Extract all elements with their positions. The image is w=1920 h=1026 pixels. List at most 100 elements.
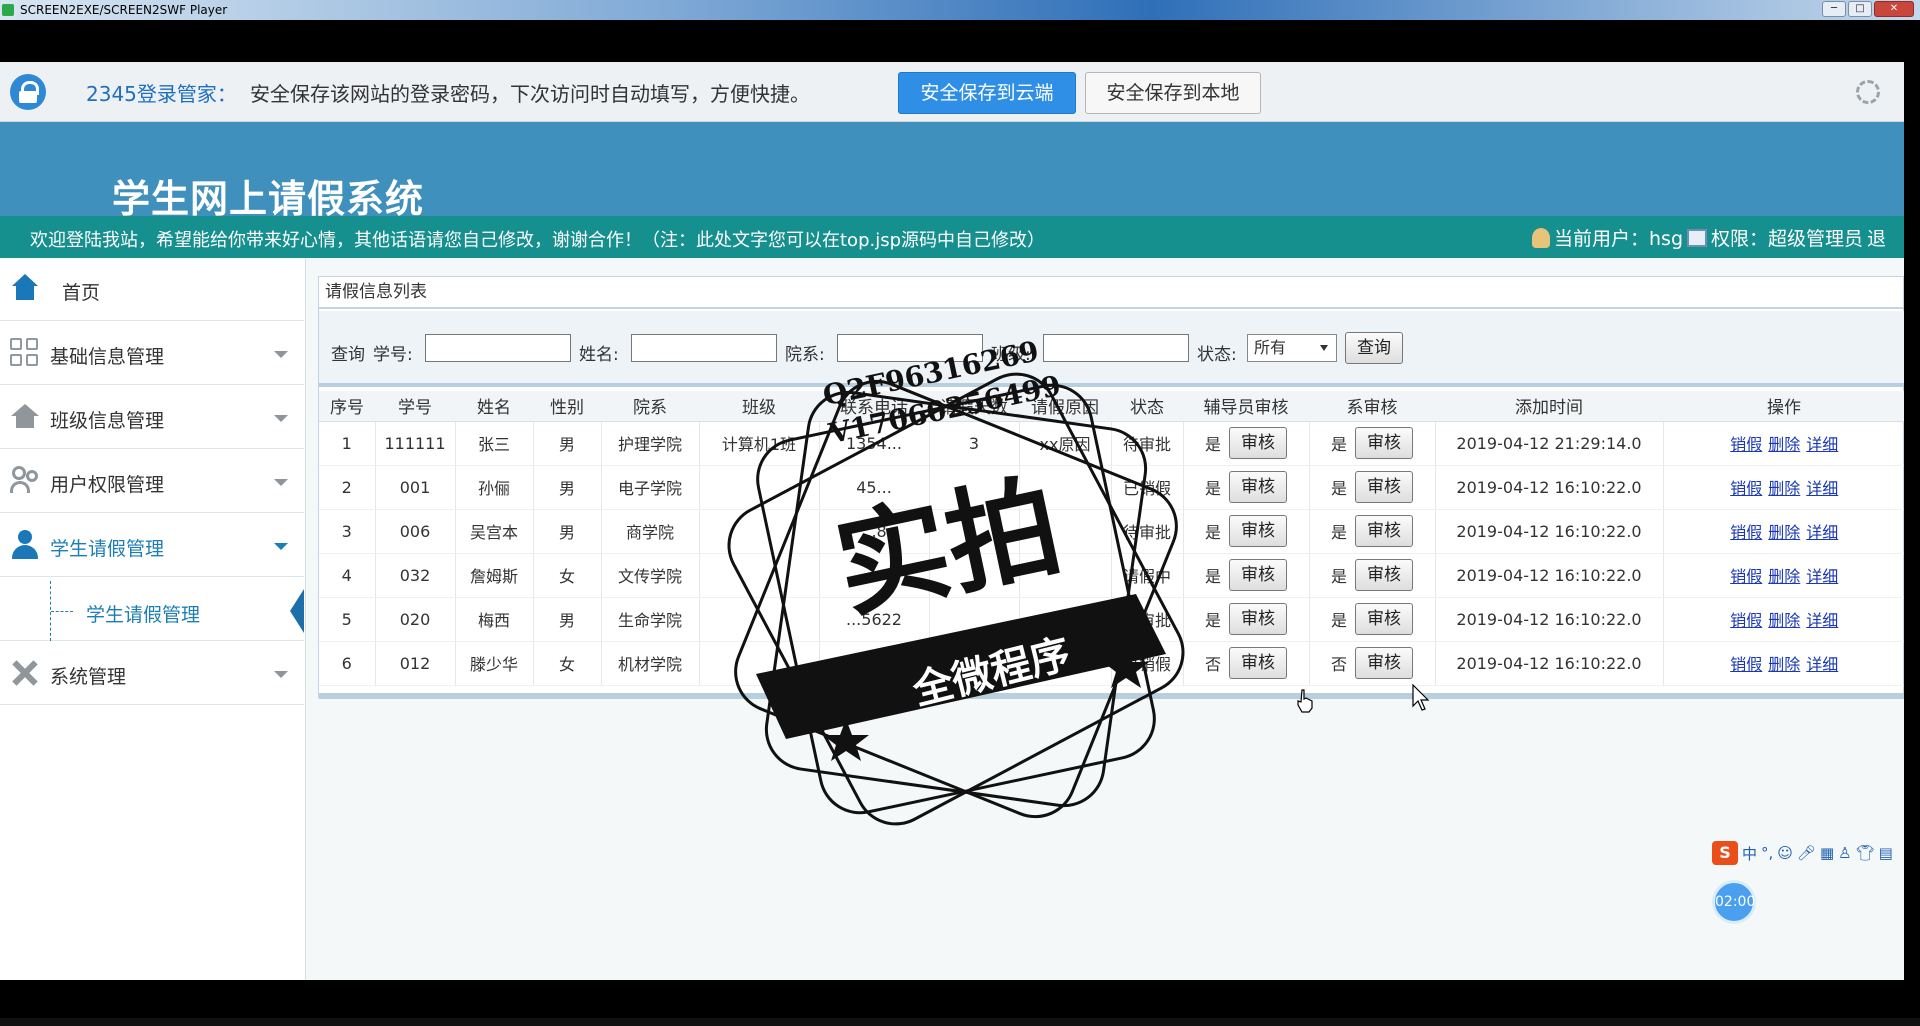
delete-link[interactable]: 删除 bbox=[1768, 567, 1800, 586]
cancel-leave-link[interactable]: 销假 bbox=[1730, 611, 1762, 630]
query-label: 查询 bbox=[331, 345, 365, 365]
delete-link[interactable]: 删除 bbox=[1768, 655, 1800, 674]
cell-sid: 012 bbox=[375, 641, 456, 686]
cancel-leave-link[interactable]: 销假 bbox=[1730, 435, 1762, 454]
cell-status: 待审批 bbox=[1111, 421, 1184, 466]
ime-emoji-icon[interactable]: ☺ bbox=[1777, 844, 1793, 862]
sidebar-item-basic-info[interactable]: 基础信息管理 bbox=[0, 322, 304, 385]
sidebar-item-class-info[interactable]: 班级信息管理 bbox=[0, 386, 304, 449]
detail-link[interactable]: 详细 bbox=[1806, 611, 1838, 630]
dept-audit-button[interactable]: 审核 bbox=[1355, 559, 1413, 591]
leave-list-panel: 请假信息列表 查询 学号: 姓名: 院系: 班级: 状态: 所有 查询 序号 学… bbox=[318, 276, 1904, 699]
counselor-audit-button[interactable]: 审核 bbox=[1229, 515, 1287, 547]
ime-chinese-mode[interactable]: 中 bbox=[1742, 843, 1757, 864]
counselor-audit-button[interactable]: 审核 bbox=[1229, 603, 1287, 635]
query-button[interactable]: 查询 bbox=[1345, 332, 1403, 364]
counselor-audit-button[interactable]: 审核 bbox=[1229, 427, 1287, 459]
counselor-audit-button[interactable]: 审核 bbox=[1229, 647, 1287, 679]
cell-no: 2 bbox=[319, 465, 376, 510]
sidebar-item-label: 基础信息管理 bbox=[50, 346, 165, 368]
class-input[interactable] bbox=[1043, 334, 1189, 362]
column-header: 系审核 bbox=[1309, 391, 1435, 422]
ime-skin-icon[interactable]: 👕︎ bbox=[1856, 844, 1875, 862]
dept-audit-button[interactable]: 审核 bbox=[1355, 427, 1413, 459]
column-header: 班级 bbox=[699, 391, 819, 422]
sidebar-item-label: 首页 bbox=[62, 282, 101, 304]
dept-audit-button[interactable]: 审核 bbox=[1355, 603, 1413, 635]
detail-link[interactable]: 详细 bbox=[1806, 655, 1838, 674]
cell-sid: 020 bbox=[375, 597, 456, 642]
sidebar-item-label: 系统管理 bbox=[50, 666, 127, 688]
gear-icon[interactable] bbox=[1856, 80, 1880, 104]
maximize-button[interactable]: □ bbox=[1848, 1, 1872, 17]
cancel-leave-link[interactable]: 销假 bbox=[1730, 479, 1762, 498]
delete-link[interactable]: 删除 bbox=[1768, 611, 1800, 630]
dept-audit-button[interactable]: 审核 bbox=[1355, 647, 1413, 679]
ime-user-icon[interactable]: ♙ bbox=[1838, 844, 1851, 862]
player-titlebar: SCREEN2EXE/SCREEN2SWF Player ─ □ ✕ bbox=[0, 0, 1920, 20]
ime-punctuation-icon[interactable]: °, bbox=[1761, 844, 1773, 862]
player-title: SCREEN2EXE/SCREEN2SWF Player bbox=[20, 3, 228, 17]
cell-no: 4 bbox=[319, 553, 376, 598]
delete-link[interactable]: 删除 bbox=[1768, 523, 1800, 542]
cell-status: 待审批 bbox=[1111, 509, 1184, 554]
minimize-button[interactable]: ─ bbox=[1822, 1, 1846, 17]
cell-dept: 生命学院 bbox=[601, 597, 700, 642]
cell-status: 已销假 bbox=[1111, 465, 1184, 510]
cancel-leave-link[interactable]: 销假 bbox=[1730, 567, 1762, 586]
recording-timer[interactable]: 02:00 bbox=[1712, 880, 1756, 924]
status-label: 状态: bbox=[1197, 345, 1237, 365]
delete-link[interactable]: 删除 bbox=[1768, 479, 1800, 498]
cancel-leave-link[interactable]: 销假 bbox=[1730, 655, 1762, 674]
delete-link[interactable]: 删除 bbox=[1768, 435, 1800, 454]
detail-link[interactable]: 详细 bbox=[1806, 523, 1838, 542]
password-manager-brand: 2345登录管家： bbox=[86, 82, 237, 106]
cell-sex: 女 bbox=[533, 553, 602, 598]
cell-name: 吴宫本 bbox=[455, 509, 534, 554]
user-info: 当前用户：hsg 权限：超级管理员 退 bbox=[1532, 224, 1886, 251]
cell-ops: 销假 删除 详细 bbox=[1663, 553, 1904, 598]
logout-link[interactable]: 退 bbox=[1867, 224, 1886, 251]
cell-ops: 销假 删除 详细 bbox=[1663, 641, 1904, 686]
cancel-leave-link[interactable]: 销假 bbox=[1730, 523, 1762, 542]
sidebar-item-home[interactable]: 首页 bbox=[0, 258, 304, 321]
save-to-cloud-button[interactable]: 安全保存到云端 bbox=[898, 72, 1076, 114]
save-to-local-button[interactable]: 安全保存到本地 bbox=[1085, 72, 1261, 114]
cell-name: 张三 bbox=[455, 421, 534, 466]
sidebar-item-student-leave[interactable]: 学生请假管理 bbox=[0, 514, 304, 577]
student-no-input[interactable] bbox=[425, 334, 571, 362]
counselor-audit-button[interactable]: 审核 bbox=[1229, 559, 1287, 591]
ime-keyboard-icon[interactable]: ▦ bbox=[1820, 844, 1834, 862]
name-input[interactable] bbox=[631, 334, 777, 362]
arrow-cursor-icon bbox=[1412, 684, 1430, 711]
ime-toolbar[interactable]: S 中 °, ☺ 🎤︎ ▦ ♙ 👕︎ ▤ bbox=[1712, 840, 1893, 866]
sidebar: 首页 基础信息管理 班级信息管理 用户权限管理 学生请假管理 学生请假管理 系统… bbox=[0, 258, 306, 980]
cell-time: 2019-04-12 16:10:22.0 bbox=[1435, 465, 1664, 510]
home-icon bbox=[10, 274, 40, 304]
ime-menu-icon[interactable]: ▤ bbox=[1879, 844, 1893, 862]
cell-sid: 006 bbox=[375, 509, 456, 554]
close-button[interactable]: ✕ bbox=[1874, 1, 1914, 17]
cell-cls bbox=[699, 553, 820, 598]
site-header: 学生网上请假系统 bbox=[0, 122, 1904, 221]
sidebar-item-system[interactable]: 系统管理 bbox=[0, 642, 304, 705]
cell-dept: 文传学院 bbox=[601, 553, 700, 598]
counselor-audit-button[interactable]: 审核 bbox=[1229, 471, 1287, 503]
detail-link[interactable]: 详细 bbox=[1806, 567, 1838, 586]
ime-mic-icon[interactable]: 🎤︎ bbox=[1797, 844, 1816, 862]
cell-name: 孙俪 bbox=[455, 465, 534, 510]
cell-d_audit: 是审核 bbox=[1309, 597, 1436, 642]
cell-c_audit: 是审核 bbox=[1183, 553, 1310, 598]
sidebar-subitem-student-leave[interactable]: 学生请假管理 bbox=[0, 581, 304, 641]
detail-link[interactable]: 详细 bbox=[1806, 479, 1838, 498]
table-row: 5 020 梅西男生命学院 ...5622 待审批是审核是审核 2019-04-12 16… bbox=[319, 597, 1904, 642]
status-select[interactable]: 所有 bbox=[1247, 334, 1337, 362]
dept-audit-button[interactable]: 审核 bbox=[1355, 515, 1413, 547]
sidebar-item-user-permission[interactable]: 用户权限管理 bbox=[0, 450, 304, 513]
audit-value: 是 bbox=[1204, 523, 1221, 542]
table-row: 3 006 吴宫本男商学院 ...8 待审批是审核是审核 2019-04-12 16:10… bbox=[319, 509, 1904, 554]
cell-c_audit: 是审核 bbox=[1183, 421, 1310, 466]
dept-audit-button[interactable]: 审核 bbox=[1355, 471, 1413, 503]
detail-link[interactable]: 详细 bbox=[1806, 435, 1838, 454]
table-footer-bar bbox=[319, 693, 1904, 699]
